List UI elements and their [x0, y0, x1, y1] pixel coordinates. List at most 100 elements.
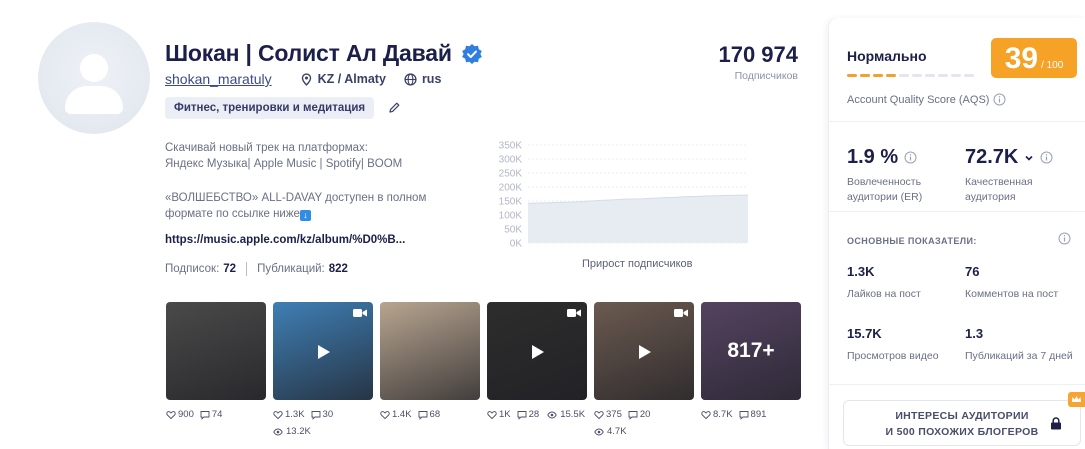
play-icon[interactable] — [313, 342, 333, 362]
quality-audience-label: Качественная аудитория — [965, 176, 1033, 203]
metric-posts-week: 1.3 Публикаций за 7 дней — [965, 326, 1073, 362]
y-tick-label: 100K — [499, 211, 523, 222]
post-card[interactable]: 1K 28 15.5K — [487, 302, 587, 420]
heart-icon — [273, 410, 283, 419]
video-camera-icon — [567, 309, 581, 317]
quality-audience-block: 72.7K Качественная аудитория — [965, 146, 1065, 205]
following-count: 72 — [223, 263, 237, 275]
post-stats: 1.4K 68 — [380, 409, 480, 420]
post-card[interactable]: 375 20 4.7K — [594, 302, 694, 437]
aqs-progress-segment — [899, 74, 909, 77]
info-icon[interactable] — [1040, 151, 1053, 164]
post-likes: 900 — [166, 409, 194, 420]
video-camera-icon — [674, 309, 688, 317]
post-card[interactable]: 1.4K 68 — [380, 302, 480, 420]
post-card[interactable]: 900 74 — [166, 302, 266, 420]
category-tag[interactable]: Фитнес, тренировки и медитация — [165, 97, 375, 119]
metric-likes: 1.3K Лайков на пост — [847, 264, 921, 300]
post-likes-value: 375 — [606, 409, 622, 420]
bio-line: формате по ссылке ниже — [165, 208, 300, 220]
bio-line: «ВОЛШЕБСТВО» ALL-DAVAY доступен в полном — [165, 192, 427, 204]
quality-audience-value: 72.7K — [965, 146, 1019, 168]
er-block: 1.9 % Вовлеченность аудитории (ER) — [847, 146, 947, 205]
avatar — [38, 22, 150, 134]
post-likes: 375 — [594, 409, 622, 420]
more-posts-overlay[interactable]: 817+ — [701, 302, 801, 400]
location: KZ / Almaty — [300, 72, 386, 86]
post-stats: 1K 28 15.5K — [487, 409, 587, 420]
metric-label: Просмотров видео — [847, 350, 939, 362]
post-likes: 1.4K — [380, 409, 412, 420]
y-tick-label: 50K — [504, 225, 522, 236]
eye-icon — [594, 428, 604, 435]
profile-name: Шокан | Солист Ал Давай — [165, 40, 452, 66]
section-title: ОСНОВНЫЕ ПОКАЗАТЕЛИ: — [847, 236, 977, 246]
metric-label: Комментов на пост — [965, 288, 1059, 300]
play-icon[interactable] — [634, 342, 654, 362]
aqs-progress-segment — [951, 74, 961, 77]
y-tick-label: 150K — [499, 197, 523, 208]
post-comments-value: 28 — [528, 409, 540, 420]
posts-grid: 900 74 1.3K 30 13.2K 1.4K 68 1K 28 15.5K 375 20 4.7K… — [166, 302, 801, 442]
username-link[interactable]: shokan_maratuly — [165, 71, 272, 87]
aqs-progress-segment — [886, 74, 896, 77]
y-tick-label: 250K — [499, 169, 523, 180]
y-tick-label: 0K — [510, 239, 523, 250]
aqs-progress-segment — [873, 74, 883, 77]
post-card[interactable]: 1.3K 30 13.2K — [273, 302, 373, 437]
heart-icon — [380, 410, 390, 419]
location-pin-icon — [301, 72, 311, 86]
info-icon[interactable] — [1058, 232, 1071, 245]
info-icon[interactable] — [904, 151, 917, 164]
avatar-shoulders — [65, 86, 123, 114]
language: rus — [404, 72, 441, 86]
post-views: 15.5K — [547, 409, 585, 420]
post-likes-value: 1.4K — [392, 409, 412, 420]
bio-link[interactable]: https://music.apple.com/kz/album/%D0%B..… — [165, 234, 405, 246]
post-thumbnail[interactable] — [487, 302, 587, 400]
metric-value: 76 — [965, 264, 980, 279]
post-thumbnail[interactable] — [380, 302, 480, 400]
post-likes: 1.3K — [273, 409, 305, 420]
info-icon[interactable] — [993, 93, 1006, 106]
globe-icon — [404, 72, 417, 86]
post-stats: 8.7K 891 — [701, 409, 801, 420]
verified-badge-icon — [462, 43, 482, 64]
metric-value: 1.3K — [847, 264, 875, 279]
profile-counts: Подписок: 72 Публикаций: 822 — [165, 262, 348, 276]
bio-line-with-icon: формате по ссылке ниже ↓ — [165, 206, 465, 222]
y-tick-label: 350K — [499, 141, 523, 152]
y-tick-label: 300K — [499, 155, 523, 166]
metric-value: 1.3 — [965, 326, 984, 341]
audience-interests-button[interactable]: ИНТЕРЕСЫ АУДИТОРИИ И 500 ПОХОЖИХ БЛОГЕРО… — [843, 400, 1081, 446]
lock-icon — [1051, 417, 1061, 430]
post-thumbnail[interactable] — [166, 302, 266, 400]
post-thumbnail[interactable]: 817+ — [701, 302, 801, 400]
post-card[interactable]: 817+ 8.7K 891 — [701, 302, 801, 420]
post-comments: 30 — [311, 409, 333, 420]
comment-icon — [418, 410, 427, 420]
play-icon[interactable] — [527, 342, 547, 362]
post-views: 13.2K — [273, 426, 373, 437]
video-camera-icon — [353, 309, 367, 317]
er-value: 1.9 % — [847, 146, 899, 168]
premium-crown-icon[interactable] — [1068, 392, 1085, 407]
aqs-progress-segment — [847, 74, 857, 77]
comment-icon — [200, 410, 210, 420]
post-likes: 8.7K — [701, 409, 733, 420]
post-likes-value: 8.7K — [713, 409, 733, 420]
profile-meta: shokan_maratuly KZ / Almaty rus — [165, 71, 459, 87]
chevron-down-icon[interactable] — [1024, 153, 1034, 163]
aqs-label-text: Account Quality Score (AQS) — [847, 93, 990, 106]
aqs-progress-segment — [938, 74, 948, 77]
post-views: 4.7K — [594, 426, 694, 437]
post-thumbnail[interactable] — [594, 302, 694, 400]
post-likes-value: 900 — [178, 409, 194, 420]
post-comments: 74 — [200, 409, 222, 420]
comment-icon — [628, 410, 638, 420]
aqs-progress-segment — [925, 74, 935, 77]
stats-panel: Нормально 39 / 100 Account Quality Score… — [828, 18, 1085, 449]
post-thumbnail[interactable] — [273, 302, 373, 400]
subscribers-label: Подписчиков — [734, 70, 798, 82]
pencil-icon[interactable] — [388, 101, 401, 114]
